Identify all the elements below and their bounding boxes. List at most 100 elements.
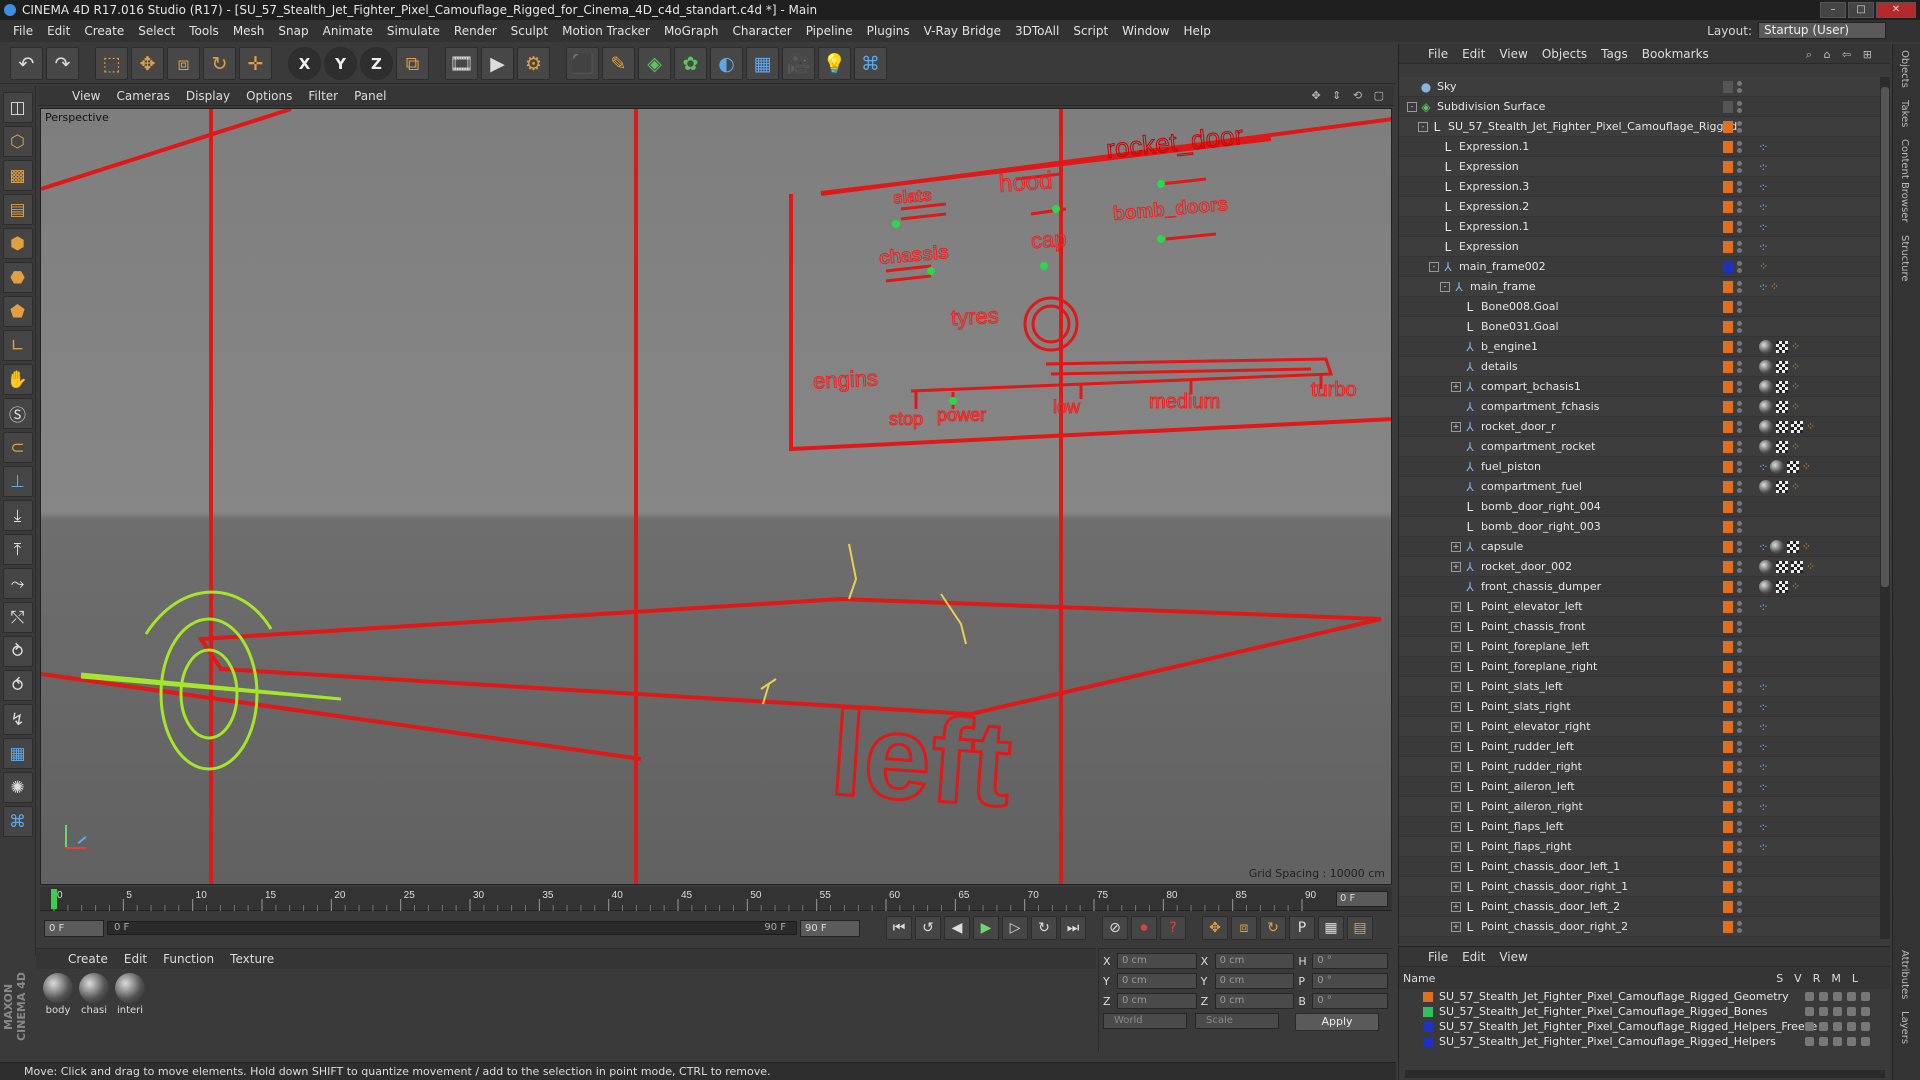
texture-tag-icon[interactable] <box>1759 439 1773 454</box>
viewport-nav-icons[interactable]: ✥ ⇕ ⟲ ▢ <box>1311 89 1388 102</box>
points-mode-icon[interactable]: ⬢ <box>2 228 33 259</box>
make-editable-icon[interactable]: ◫ <box>2 92 33 123</box>
edges-mode-icon[interactable]: ⬣ <box>2 262 33 293</box>
coordinate-system-icon[interactable]: ⧉ <box>396 47 429 80</box>
floor-icon[interactable]: ▦ <box>746 47 779 80</box>
menu-animate[interactable]: Animate <box>316 24 380 38</box>
expand-toggle-icon[interactable]: + <box>1451 741 1461 752</box>
close-button[interactable]: ✕ <box>1876 2 1916 18</box>
recent-tool-icon[interactable]: ✛ <box>239 47 272 80</box>
previous-frame-icon[interactable]: ◀ <box>944 916 970 940</box>
visibility-toggle-icon[interactable] <box>1737 640 1742 653</box>
side-tab-objects[interactable]: Objects <box>1893 44 1916 94</box>
menu-pipeline[interactable]: Pipeline <box>799 24 860 38</box>
x-axis-lock-button[interactable]: X <box>288 47 321 80</box>
visibility-toggle-icon[interactable] <box>1737 440 1742 453</box>
menu-create[interactable]: Create <box>77 24 131 38</box>
constraint-tag-icon[interactable]: ·:· <box>1759 700 1768 713</box>
uvw-tag-icon[interactable] <box>1786 460 1799 473</box>
object-row-bone008-goal[interactable]: L Bone008.Goal <box>1399 297 1891 317</box>
object-row-point-elevator-right[interactable]: + L Point_elevator_right ·:· <box>1399 717 1891 737</box>
texture-tag-icon[interactable] <box>1759 339 1773 354</box>
object-row-compartment-fchasis[interactable]: ⅄ compartment_fchasis ⁘ <box>1399 397 1891 417</box>
side-tab-takes[interactable]: Takes <box>1893 94 1916 133</box>
menu-tools[interactable]: Tools <box>182 24 226 38</box>
constraint-tag-icon[interactable]: ·:· <box>1759 220 1768 233</box>
texture-tag-icon[interactable] <box>1759 479 1773 494</box>
object-row-rocket-door-002[interactable]: + ⅄ rocket_door_002 ⁘ <box>1399 557 1891 577</box>
texture-tag-icon[interactable] <box>1759 399 1773 414</box>
constraint-tag-icon[interactable]: ·:· <box>1759 140 1768 153</box>
position-z-field[interactable]: 0 cm <box>1116 993 1197 1009</box>
render-picture-viewer-icon[interactable]: ▶ <box>481 47 514 80</box>
visibility-toggle-icon[interactable] <box>1737 580 1742 593</box>
layout-dropdown[interactable]: Startup (User) <box>1758 22 1886 39</box>
selection-tag-icon[interactable] <box>1791 420 1803 433</box>
visibility-toggle-icon[interactable] <box>1737 260 1742 273</box>
playhead-marker[interactable] <box>51 889 57 909</box>
ik-tag-icon[interactable]: ⁘ <box>1791 480 1800 493</box>
texture-mode-icon[interactable]: ▩ <box>2 160 33 191</box>
paint-icon[interactable]: ✺ <box>2 772 33 803</box>
visibility-toggle-icon[interactable] <box>1737 80 1742 93</box>
layer-menu-file[interactable]: File <box>1421 950 1455 964</box>
mograph-cloner-icon[interactable]: ✿ <box>674 47 707 80</box>
uvw-tag-icon[interactable] <box>1776 420 1788 433</box>
ik-tag-icon[interactable]: ⁘ <box>1802 540 1811 553</box>
menu-edit[interactable]: Edit <box>40 24 77 38</box>
texture-tag-icon[interactable] <box>1759 379 1773 394</box>
expand-toggle-icon[interactable]: + <box>1451 861 1461 872</box>
object-row-point-flaps-right[interactable]: + L Point_flaps_right ·:· <box>1399 837 1891 857</box>
layer-toggle-icons[interactable] <box>1805 1007 1870 1016</box>
object-row-expression-1[interactable]: L Expression.1 ·:· <box>1399 217 1891 237</box>
layer-toggle-icons[interactable] <box>1805 1022 1870 1031</box>
material-interi[interactable]: interi <box>114 973 146 1016</box>
expand-toggle-icon[interactable]: + <box>1451 561 1461 572</box>
object-menu-file[interactable]: File <box>1421 47 1455 61</box>
menu-snap[interactable]: Snap <box>271 24 315 38</box>
expand-toggle-icon[interactable]: + <box>1451 381 1461 392</box>
object-row-su-57-stealth-jet-fighter-pixel-camouflage-rigged[interactable]: - L SU_57_Stealth_Jet_Fighter_Pixel_Camouf… <box>1399 117 1891 137</box>
sculpt-brush-3-icon[interactable]: ⤳ <box>2 568 33 599</box>
object-menu-objects[interactable]: Objects <box>1535 47 1594 61</box>
object-row-sky[interactable]: ● Sky <box>1399 77 1891 97</box>
visibility-toggle-icon[interactable] <box>1737 620 1742 633</box>
object-menu-edit[interactable]: Edit <box>1455 47 1492 61</box>
uvw-tag-icon[interactable] <box>1776 360 1788 373</box>
layer-color-swatch[interactable] <box>1423 1021 1433 1032</box>
visibility-toggle-icon[interactable] <box>1737 900 1742 913</box>
viewport-menu-panel[interactable]: Panel <box>346 89 394 103</box>
menu-mograph[interactable]: MoGraph <box>657 24 726 38</box>
layer-color-swatch[interactable] <box>1423 1036 1433 1047</box>
visibility-toggle-icon[interactable] <box>1737 240 1742 253</box>
object-row-bomb-door-right-004[interactable]: Lbomb_door_right_004 <box>1399 497 1891 517</box>
expand-toggle-icon[interactable]: - <box>1418 121 1428 132</box>
cube-primitive-icon[interactable]: ⬛ <box>566 47 599 80</box>
object-row-point-chassis-door-left-1[interactable]: + L Point_chassis_door_left_1 <box>1399 857 1891 877</box>
layer-horizontal-scrollbar[interactable] <box>1405 1070 1885 1078</box>
coordinate-mode-dropdown[interactable]: Scale <box>1195 1013 1279 1029</box>
object-row-point-slats-left[interactable]: + L Point_slats_left ·:· <box>1399 677 1891 697</box>
visibility-toggle-icon[interactable] <box>1737 760 1742 773</box>
object-row-point-foreplane-left[interactable]: + L Point_foreplane_left <box>1399 637 1891 657</box>
layer-toggle-icons[interactable] <box>1805 1037 1870 1046</box>
deformer-icon[interactable]: ◐ <box>710 47 743 80</box>
size-x-field[interactable]: 0 cm <box>1214 953 1295 969</box>
ik-tag-icon[interactable]: ⁘ <box>1802 460 1811 473</box>
move-tool-icon[interactable]: ✥ <box>131 47 164 80</box>
rotation-b-field[interactable]: 0 ° <box>1312 993 1388 1009</box>
object-manager-scrollbar[interactable] <box>1880 77 1890 939</box>
visibility-toggle-icon[interactable] <box>1737 100 1742 113</box>
visibility-toggle-icon[interactable] <box>1737 880 1742 893</box>
visibility-toggle-icon[interactable] <box>1737 700 1742 713</box>
constraint-tag-icon[interactable]: ·:· <box>1759 200 1768 213</box>
object-row-main-frame[interactable]: - ⅄ main_frame ·:· ⁘ <box>1399 277 1891 297</box>
expand-toggle-icon[interactable]: + <box>1451 801 1461 812</box>
object-row-point-chassis-front[interactable]: + L Point_chassis_front <box>1399 617 1891 637</box>
object-row-expression[interactable]: L Expression ·:· <box>1399 237 1891 257</box>
ik-tag-icon[interactable]: ⁘ <box>1791 440 1800 453</box>
expand-toggle-icon[interactable]: + <box>1451 721 1461 732</box>
constraint-tag-icon[interactable]: ·:· <box>1759 280 1768 293</box>
object-row-point-aileron-right[interactable]: + L Point_aileron_right ·:· <box>1399 797 1891 817</box>
key-rotation-icon[interactable]: ↻ <box>1260 916 1286 940</box>
